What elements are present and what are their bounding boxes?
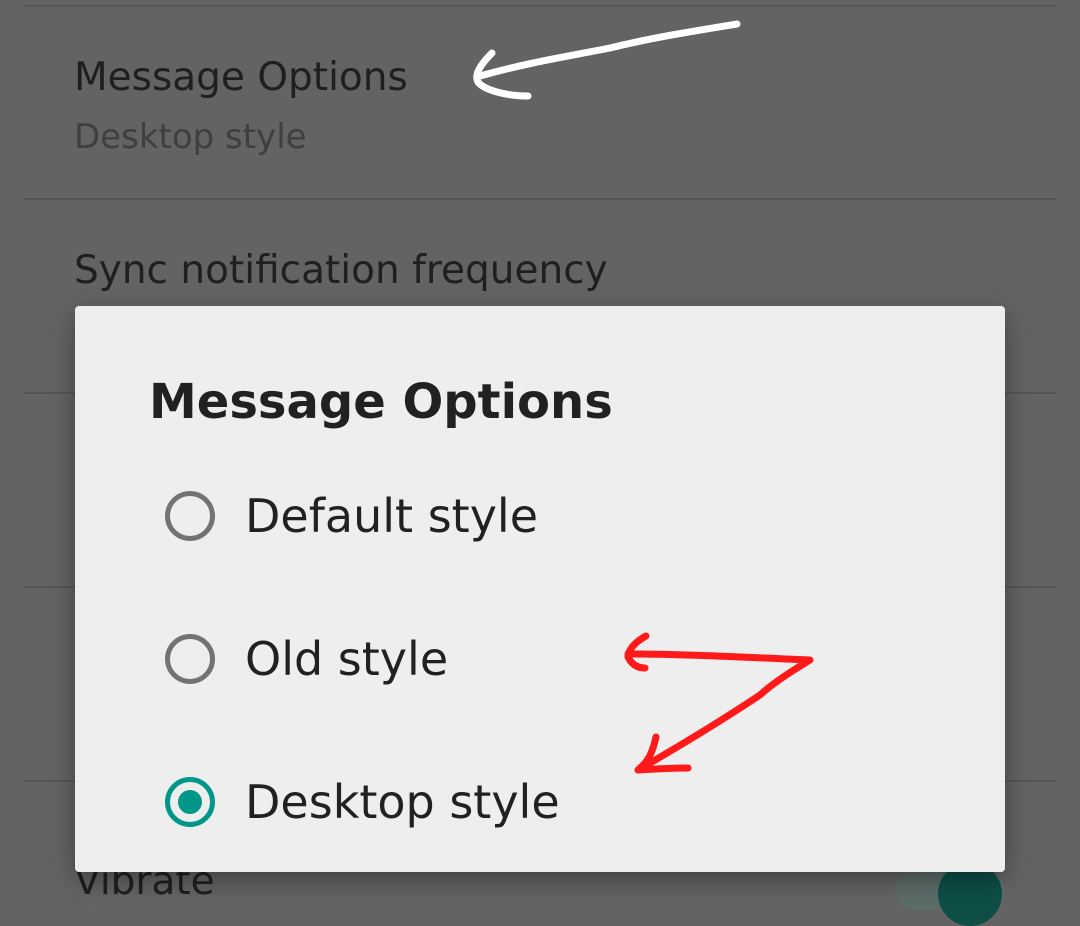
option-desktop-style[interactable]: Desktop style bbox=[135, 747, 955, 867]
dialog-title: Message Options bbox=[149, 374, 613, 430]
list-divider bbox=[24, 5, 1056, 7]
pref-title: Message Options bbox=[74, 55, 408, 100]
radio-dot bbox=[178, 790, 202, 814]
option-default-style[interactable]: Default style bbox=[135, 461, 955, 581]
option-label: Desktop style bbox=[245, 775, 560, 829]
pref-title: Sync notification frequency bbox=[74, 248, 608, 293]
radio-checked-icon[interactable] bbox=[165, 777, 215, 827]
pref-summary: Desktop style bbox=[74, 117, 307, 157]
option-old-style[interactable]: Old style bbox=[135, 604, 955, 724]
option-label: Default style bbox=[245, 489, 539, 543]
radio-unchecked-icon[interactable] bbox=[165, 491, 215, 541]
option-label: Old style bbox=[245, 632, 449, 686]
message-options-dialog: Message Options Default style Old style … bbox=[75, 306, 1005, 872]
radio-unchecked-icon[interactable] bbox=[165, 634, 215, 684]
list-divider bbox=[24, 198, 1056, 200]
